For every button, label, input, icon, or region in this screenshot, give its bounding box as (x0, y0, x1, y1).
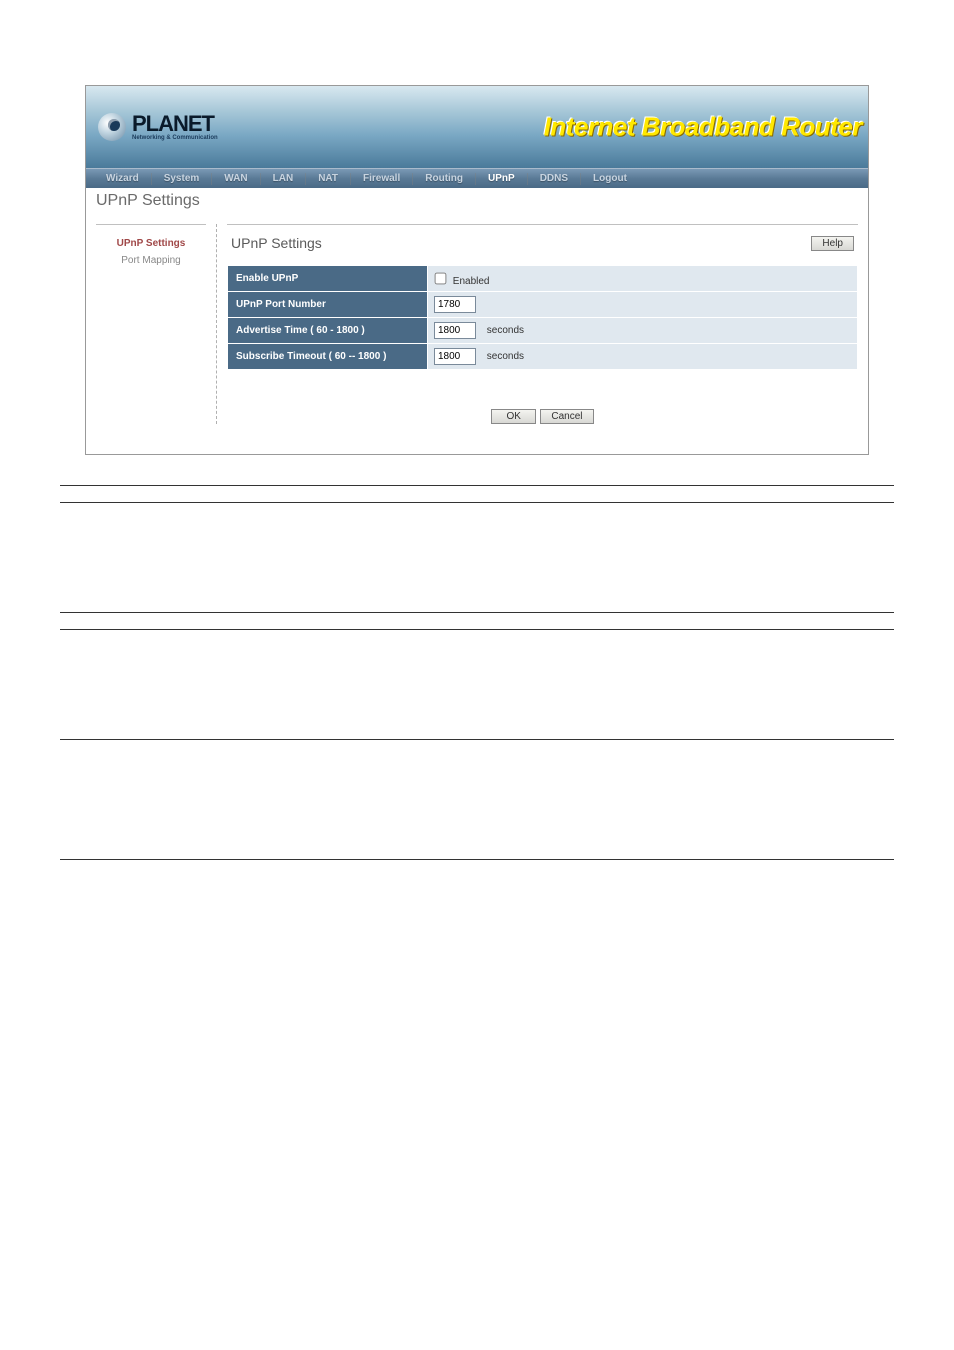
desc-text (350, 486, 894, 503)
sidebar-item-upnp-settings[interactable]: UPnP Settings (96, 235, 206, 252)
upnp-port-input[interactable] (434, 296, 476, 313)
router-admin-frame: PLANET Networking & Communication Intern… (85, 85, 869, 455)
header-banner: PLANET Networking & Communication Intern… (86, 86, 868, 168)
desc-text (350, 630, 894, 740)
nav-firewall[interactable]: Firewall (351, 173, 412, 184)
desc-text (350, 740, 894, 860)
panel-heading: UPnP Settings (231, 235, 322, 251)
row-enable-label: Enable UPnP (228, 266, 428, 292)
main-panel: UPnP Settings Help Enable UPnP Enabled U… (227, 224, 858, 424)
planet-icon (98, 113, 126, 141)
sidebar-item-port-mapping[interactable]: Port Mapping (96, 252, 206, 269)
row-port-label: UPnP Port Number (228, 292, 428, 318)
row-subscribe-label: Subscribe Timeout ( 60 -- 1800 ) (228, 344, 428, 370)
vertical-divider (216, 224, 217, 424)
desc-text (350, 503, 894, 613)
nav-system[interactable]: System (152, 173, 212, 184)
description-table (60, 485, 894, 860)
nav-routing[interactable]: Routing (413, 173, 475, 184)
table-row (60, 486, 894, 503)
page-title: UPnP Settings (86, 188, 868, 218)
enable-upnp-text: Enabled (453, 276, 490, 287)
help-button[interactable]: Help (811, 236, 854, 251)
advertise-unit: seconds (487, 325, 524, 336)
nav-upnp[interactable]: UPnP (476, 173, 527, 184)
banner-title: Internet Broadband Router (544, 112, 862, 143)
main-nav: Wizard System WAN LAN NAT Firewall Routi… (86, 168, 868, 188)
nav-ddns[interactable]: DDNS (528, 173, 580, 184)
subscribe-timeout-input[interactable] (434, 348, 476, 365)
table-row (60, 613, 894, 630)
nav-lan[interactable]: LAN (261, 173, 306, 184)
brand-name: PLANET (132, 113, 218, 135)
settings-table: Enable UPnP Enabled UPnP Port Number (227, 265, 858, 370)
brand-logo: PLANET Networking & Communication (98, 113, 218, 141)
nav-nat[interactable]: NAT (306, 173, 350, 184)
row-advertise-label: Advertise Time ( 60 - 1800 ) (228, 318, 428, 344)
nav-wan[interactable]: WAN (212, 173, 259, 184)
desc-param (60, 503, 350, 613)
advertise-time-input[interactable] (434, 322, 476, 339)
desc-param (60, 613, 350, 630)
desc-param (60, 630, 350, 740)
desc-text (350, 613, 894, 630)
action-row: OK Cancel (227, 406, 858, 424)
table-row (60, 740, 894, 860)
table-row (60, 630, 894, 740)
sidebar: UPnP Settings Port Mapping (96, 224, 206, 424)
subscribe-unit: seconds (487, 351, 524, 362)
nav-wizard[interactable]: Wizard (94, 173, 151, 184)
desc-param (60, 486, 350, 503)
enable-upnp-checkbox[interactable] (435, 272, 447, 284)
brand-tagline: Networking & Communication (132, 135, 218, 141)
cancel-button[interactable]: Cancel (540, 409, 593, 424)
table-row (60, 503, 894, 613)
nav-logout[interactable]: Logout (581, 173, 639, 184)
ok-button[interactable]: OK (491, 409, 535, 424)
desc-param (60, 740, 350, 860)
